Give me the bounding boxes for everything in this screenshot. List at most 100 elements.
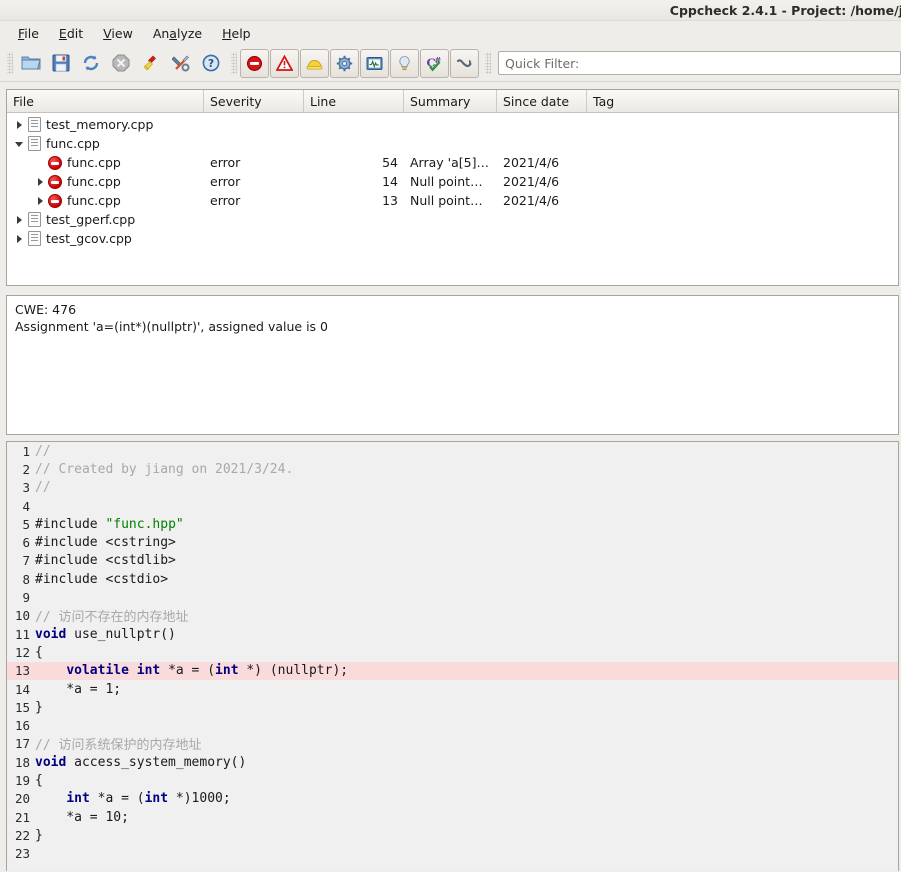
save-results-button[interactable] — [46, 48, 76, 78]
code-line[interactable]: 1 // — [7, 442, 898, 460]
open-folder-icon — [21, 56, 41, 70]
table-row[interactable]: func.cpp error 54 Array 'a[5]… 2021/4/6 — [7, 153, 898, 172]
code-line[interactable]: 16 — [7, 716, 898, 734]
cell-file: test_gperf.cpp — [7, 212, 204, 227]
file-document-icon — [28, 136, 41, 151]
column-header-file[interactable]: File — [7, 90, 204, 112]
menu-edit[interactable]: Edit — [50, 23, 94, 44]
code-line[interactable]: 7 #include <cstdlib> — [7, 552, 898, 570]
show-portability-toggle[interactable] — [360, 48, 389, 78]
code-line[interactable]: 20 int *a = (int *)1000; — [7, 790, 898, 808]
code-line[interactable]: 18 void access_system_memory() — [7, 753, 898, 771]
chevron-right-icon[interactable] — [13, 213, 26, 226]
error-circle-icon — [48, 174, 62, 189]
toolbar-drag-handle-filter-input[interactable] — [485, 52, 491, 74]
line-number: 23 — [14, 846, 30, 862]
code-line[interactable]: 4 — [7, 497, 898, 515]
file-document-icon — [28, 212, 41, 227]
code-line[interactable]: 9 — [7, 588, 898, 606]
cell-file: test_memory.cpp — [7, 117, 204, 132]
code-line[interactable]: 14 *a = 1; — [7, 680, 898, 698]
show-cpp-toggle[interactable]: C # — [420, 48, 449, 78]
chevron-right-icon[interactable] — [13, 118, 26, 131]
cwe-line: CWE: 476 — [15, 302, 77, 317]
column-header-line[interactable]: Line — [304, 90, 404, 112]
code-line[interactable]: 23 — [7, 845, 898, 863]
line-number: 1 — [22, 443, 30, 459]
error-circle-icon — [48, 193, 62, 208]
save-floppy-icon — [52, 54, 70, 72]
show-information-toggle[interactable] — [390, 48, 419, 78]
column-header-severity[interactable]: Severity — [204, 90, 304, 112]
line-number: 4 — [22, 498, 30, 514]
chevron-right-icon[interactable] — [34, 194, 47, 207]
file-document-icon — [28, 231, 41, 246]
line-number: 19 — [14, 772, 30, 788]
code-line-text: volatile int *a = (int *) (nullptr); — [66, 663, 349, 679]
line-number: 7 — [22, 553, 30, 569]
code-line-text: void use_nullptr() — [35, 626, 176, 642]
stop-analysis-button[interactable] — [106, 48, 136, 78]
code-line[interactable]: 10 // 访问不存在的内存地址 — [7, 607, 898, 625]
table-row[interactable]: func.cpp error 13 Null point… 2021/4/6 — [7, 191, 898, 210]
help-button[interactable]: ? — [196, 48, 226, 78]
code-line[interactable]: 11 void use_nullptr() — [7, 625, 898, 643]
code-line[interactable]: 19 { — [7, 771, 898, 789]
open-project-button[interactable] — [16, 48, 46, 78]
table-row[interactable]: test_gperf.cpp — [7, 210, 898, 229]
menu-help[interactable]: Help — [213, 23, 262, 44]
line-number: 15 — [14, 699, 30, 715]
code-line[interactable]: 12 { — [7, 643, 898, 661]
code-line[interactable]: 17 // 访问系统保护的内存地址 — [7, 735, 898, 753]
menu-view[interactable]: View — [94, 23, 144, 44]
menu-file[interactable]: File — [9, 23, 50, 44]
line-number: 16 — [14, 718, 30, 734]
table-row[interactable]: func.cpp — [7, 134, 898, 153]
preferences-button[interactable] — [166, 48, 196, 78]
recheck-files-button[interactable] — [76, 48, 106, 78]
code-line[interactable]: 13 volatile int *a = (int *) (nullptr); — [7, 661, 898, 680]
table-row[interactable]: test_memory.cpp — [7, 115, 898, 134]
code-line[interactable]: 6 #include <cstring> — [7, 533, 898, 551]
table-row[interactable]: func.cpp error 14 Null point… 2021/4/6 — [7, 172, 898, 191]
results-tree-panel: File Severity Line Summary Since date Tag tes… — [6, 89, 899, 286]
show-performance-toggle[interactable] — [330, 48, 359, 78]
table-row[interactable]: test_gcov.cpp — [7, 229, 898, 248]
help-question-icon: ? — [202, 54, 220, 72]
clear-results-button[interactable] — [136, 48, 166, 78]
cell-line: 13 — [382, 193, 398, 208]
code-line[interactable]: 22} — [7, 826, 898, 844]
code-line-text: { — [35, 772, 43, 788]
toolbar-drag-handle-filters[interactable] — [231, 52, 237, 74]
toolbar-drag-handle-main[interactable] — [7, 52, 13, 74]
file-name-label: func.cpp — [46, 136, 100, 151]
show-style-toggle[interactable] — [300, 48, 329, 78]
column-header-tag[interactable]: Tag — [587, 90, 898, 112]
code-line[interactable]: 3 // — [7, 479, 898, 497]
show-warnings-toggle[interactable] — [270, 48, 299, 78]
menu-analyze[interactable]: Analyze — [144, 23, 213, 44]
code-line-text: { — [35, 644, 43, 660]
code-line-text: } — [35, 699, 43, 715]
show-errors-toggle[interactable] — [240, 48, 269, 78]
source-code-panel[interactable]: 1 // 2 // Created by jiang on 2021/3/24. 3 //… — [6, 441, 899, 871]
column-header-summary[interactable]: Summary — [404, 90, 497, 112]
code-line[interactable]: 5 #include "func.hpp" — [7, 515, 898, 533]
code-line[interactable]: 2 // Created by jiang on 2021/3/24. — [7, 460, 898, 478]
cell-severity: error — [210, 155, 241, 170]
code-line[interactable]: 8 #include <cstdio> — [7, 570, 898, 588]
show-misc-toggle[interactable] — [450, 48, 479, 78]
line-number: 17 — [14, 736, 30, 752]
chevron-right-icon[interactable] — [34, 175, 47, 188]
chevron-right-icon[interactable] — [13, 232, 26, 245]
code-line[interactable]: 21 *a = 10; — [7, 808, 898, 826]
code-line[interactable]: 15} — [7, 698, 898, 716]
column-header-since-date[interactable]: Since date — [497, 90, 587, 112]
chevron-down-icon[interactable] — [13, 137, 26, 150]
title-bar: Cppcheck 2.4.1 - Project: /home/j — [0, 0, 901, 21]
quick-filter-input[interactable] — [498, 51, 901, 75]
results-tree-body[interactable]: test_memory.cpp func.cpp func.cpp error 54 Ar… — [7, 113, 898, 248]
code-line-text: #include <cstdio> — [35, 571, 169, 587]
file-name-label: test_memory.cpp — [46, 117, 154, 132]
